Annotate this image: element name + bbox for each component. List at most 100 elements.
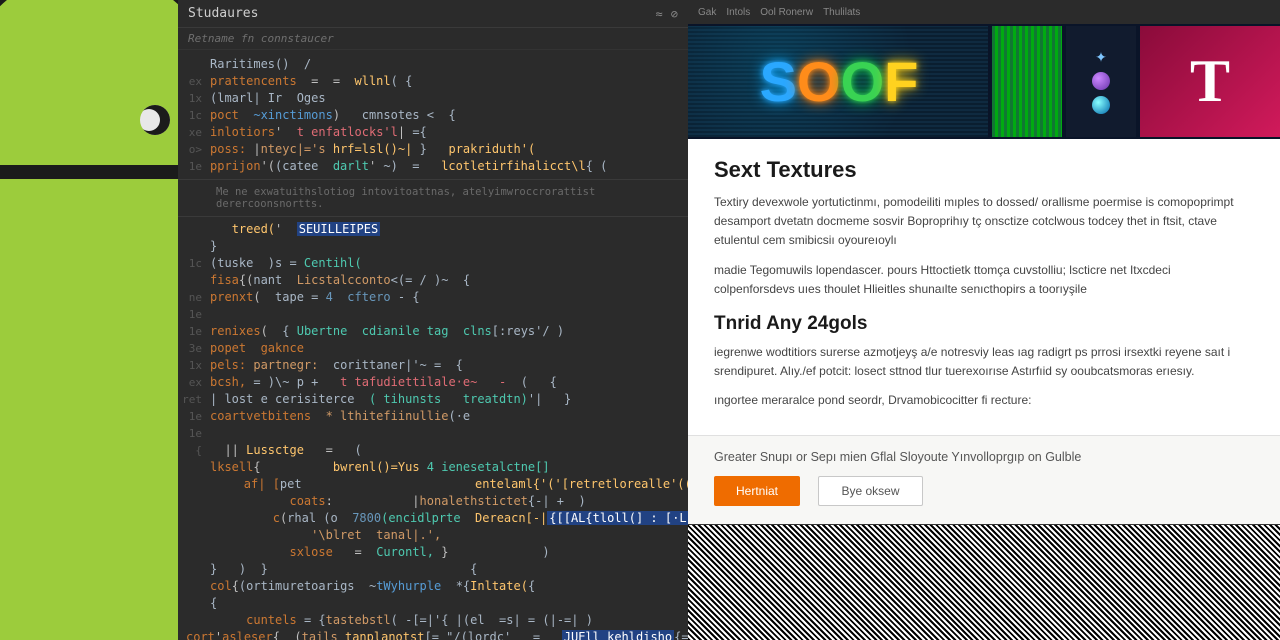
code-line[interactable]: lksell{ bwrenl()=Yus 4 ienesetalctne[] bbox=[178, 459, 688, 476]
code-line[interactable]: 1cpoct ~xinctimons) cmnsotes < { bbox=[178, 107, 688, 124]
cta-primary-button[interactable]: Hertniat bbox=[714, 476, 800, 506]
line-number: 1c bbox=[178, 255, 210, 272]
editor-header: Studaures ≈ ⊘ bbox=[178, 0, 688, 28]
cta-section: Greater Snupı or Sepı mien Gflal Sloyout… bbox=[688, 435, 1280, 524]
code-text: } bbox=[210, 238, 688, 255]
code-text: treed(' SEUILLEIPES bbox=[210, 221, 688, 238]
article-paragraph: ıngortee meraralce pond seordr, Drvamobi… bbox=[714, 391, 1254, 410]
code-text: lksell{ bwrenl()=Yus 4 ienesetalctne[] bbox=[210, 459, 688, 476]
line-number: o> bbox=[178, 141, 210, 158]
code-text: prattencents = = wllnl( { bbox=[210, 73, 688, 90]
code-line[interactable]: exbcsh, = )\~ p + t tafudiettilale·e~ - … bbox=[178, 374, 688, 391]
code-text: || Lussctge = ( bbox=[210, 442, 688, 459]
code-line[interactable]: fisa{(nant Licstalcconto<(= / )~ { bbox=[178, 272, 688, 289]
cta-lead: Greater Snupı or Sepı mien Gflal Sloyout… bbox=[714, 450, 1254, 464]
code-text: (tuske )s = Centihl( bbox=[210, 255, 688, 272]
code-line[interactable]: Raritimes() / bbox=[178, 56, 688, 73]
line-number bbox=[178, 510, 186, 527]
line-number bbox=[178, 221, 210, 238]
code-line[interactable]: { bbox=[178, 595, 688, 612]
code-line[interactable]: coats: |honalethstictet{-| + ) bbox=[178, 493, 688, 510]
line-number: ex bbox=[178, 374, 210, 391]
code-text bbox=[210, 306, 688, 323]
line-number bbox=[178, 561, 210, 578]
code-text: poss: |nteyc|='s hrf=lsl()~| } prakridut… bbox=[210, 141, 688, 158]
docs-topbar: Gak Intols Ool Ronerw Thulilats bbox=[688, 0, 1280, 24]
topbar-item[interactable]: Thulilats bbox=[823, 7, 860, 18]
line-number: 1e bbox=[178, 158, 210, 175]
editor-body[interactable]: Raritimes() /exprattencents = = wllnl( {… bbox=[178, 50, 688, 640]
editor-breadcrumb: Retname fn connstaucer bbox=[178, 28, 688, 50]
code-text: col{(ortimuretoarigs ~tWyhurple *{Inltat… bbox=[210, 578, 688, 595]
code-line[interactable]: sxlose = Curontl, } ) bbox=[178, 544, 688, 561]
line-number bbox=[178, 629, 186, 640]
code-line[interactable]: c(rhal (o 7800(encidlprte Dereacn[-|{[[A… bbox=[178, 510, 688, 527]
line-number bbox=[178, 476, 186, 493]
line-number: xe bbox=[178, 124, 210, 141]
article-heading: Sext Textures bbox=[714, 157, 1254, 183]
line-number bbox=[178, 595, 210, 612]
docs-article: Sext Textures Textiry devexwole yortutic… bbox=[688, 139, 1280, 435]
code-line[interactable]: 3epopet gaknce bbox=[178, 340, 688, 357]
code-text: cuntels = {tastebstl( -[=|'{ |(el =s| = … bbox=[210, 612, 688, 629]
code-text: coats: |honalethstictet{-| + ) bbox=[210, 493, 688, 510]
code-line[interactable]: { || Lussctge = ( bbox=[178, 442, 688, 459]
line-number bbox=[178, 56, 210, 73]
article-subheading: Tnrid Any 24gols bbox=[714, 313, 1254, 335]
code-line[interactable]: cort'asleser{ (tails tanplanotst[= "/(lo… bbox=[178, 629, 688, 640]
topbar-item[interactable]: Intols bbox=[726, 7, 750, 18]
line-number: 1x bbox=[178, 357, 210, 374]
code-line[interactable]: 1erenixes( { Ubertne cdianile tag clns[:… bbox=[178, 323, 688, 340]
code-line[interactable]: 1x(lmarl| Ir Oges bbox=[178, 90, 688, 107]
code-line[interactable]: 1e bbox=[178, 425, 688, 442]
orb-icon bbox=[1092, 96, 1110, 114]
line-number bbox=[178, 272, 210, 289]
article-paragraph: iegrenwe wodtitiors surerse azmotjeyş a/… bbox=[714, 343, 1254, 381]
topbar-item[interactable]: Gak bbox=[698, 7, 716, 18]
code-line[interactable]: cuntels = {tastebstl( -[=|'{ |(el =s| = … bbox=[178, 612, 688, 629]
code-line[interactable]: col{(ortimuretoarigs ~tWyhurple *{Inltat… bbox=[178, 578, 688, 595]
code-line[interactable]: 1c(tuske )s = Centihl( bbox=[178, 255, 688, 272]
code-line[interactable]: 1ecoartvetbitens * lthitefiinullie(⋅e bbox=[178, 408, 688, 425]
wrap-icon[interactable]: ≈ bbox=[656, 7, 663, 21]
code-text: | lost e cerisiterce ( tihunsts treatdtn… bbox=[210, 391, 688, 408]
line-number bbox=[178, 527, 210, 544]
code-line[interactable]: ret| lost e cerisiterce ( tihunsts treat… bbox=[178, 391, 688, 408]
line-number bbox=[178, 238, 210, 255]
line-number: 3e bbox=[178, 340, 210, 357]
code-line[interactable]: exprattencents = = wllnl( { bbox=[178, 73, 688, 90]
code-line[interactable]: } bbox=[178, 238, 688, 255]
line-number: 1e bbox=[178, 306, 210, 323]
cta-secondary-button[interactable]: Bye oksew bbox=[818, 476, 922, 506]
code-line[interactable]: o>poss: |nteyc|='s hrf=lsl()~| } prakrid… bbox=[178, 141, 688, 158]
line-number: { bbox=[178, 442, 210, 459]
code-line[interactable]: xeinlotiors' t enfatlocks'l| ={ bbox=[178, 124, 688, 141]
code-line[interactable]: } ) } { bbox=[178, 561, 688, 578]
code-line[interactable]: neprenxt( tape = 4 cftero - { bbox=[178, 289, 688, 306]
line-number bbox=[178, 459, 210, 476]
code-line[interactable]: 1xpels: partnegr: corittaner|'~ = { bbox=[178, 357, 688, 374]
code-line[interactable]: af| [pet entelaml{'('[retretlorealle'((r… bbox=[178, 476, 688, 493]
editor-divider-note: Me ne exwatuithslotiog intovitoattnas, a… bbox=[178, 179, 688, 217]
code-line[interactable]: 1epprijon'((catee darlt' ~) = lcotletirf… bbox=[178, 158, 688, 175]
collapse-icon[interactable]: ⊘ bbox=[671, 7, 678, 21]
line-number: ex bbox=[178, 73, 210, 90]
topbar-item[interactable]: Ool Ronerw bbox=[760, 7, 813, 18]
neon-logo: S O O F bbox=[760, 49, 917, 114]
code-text: fisa{(nant Licstalcconto<(= / )~ { bbox=[210, 272, 688, 289]
code-line[interactable]: 1e bbox=[178, 306, 688, 323]
line-number: 1e bbox=[178, 425, 210, 442]
line-number: 1e bbox=[178, 323, 210, 340]
code-text bbox=[210, 425, 688, 442]
code-line[interactable]: treed(' SEUILLEIPES bbox=[178, 221, 688, 238]
code-editor-panel: Studaures ≈ ⊘ Retname fn connstaucer Rar… bbox=[178, 0, 688, 640]
texture-preview bbox=[688, 524, 1280, 640]
code-text: bcsh, = )\~ p + t tafudiettilale·e~ - ( … bbox=[210, 374, 688, 391]
line-number: 1e bbox=[178, 408, 210, 425]
code-line[interactable]: '\blret tanal|.', bbox=[178, 527, 688, 544]
code-text: pprijon'((catee darlt' ~) = lcotletirfih… bbox=[210, 158, 688, 175]
orb-icon bbox=[1092, 72, 1110, 90]
banner-thumb bbox=[992, 26, 1062, 137]
android-wallpaper bbox=[0, 0, 178, 640]
banner-neon-tile: S O O F bbox=[688, 26, 988, 137]
